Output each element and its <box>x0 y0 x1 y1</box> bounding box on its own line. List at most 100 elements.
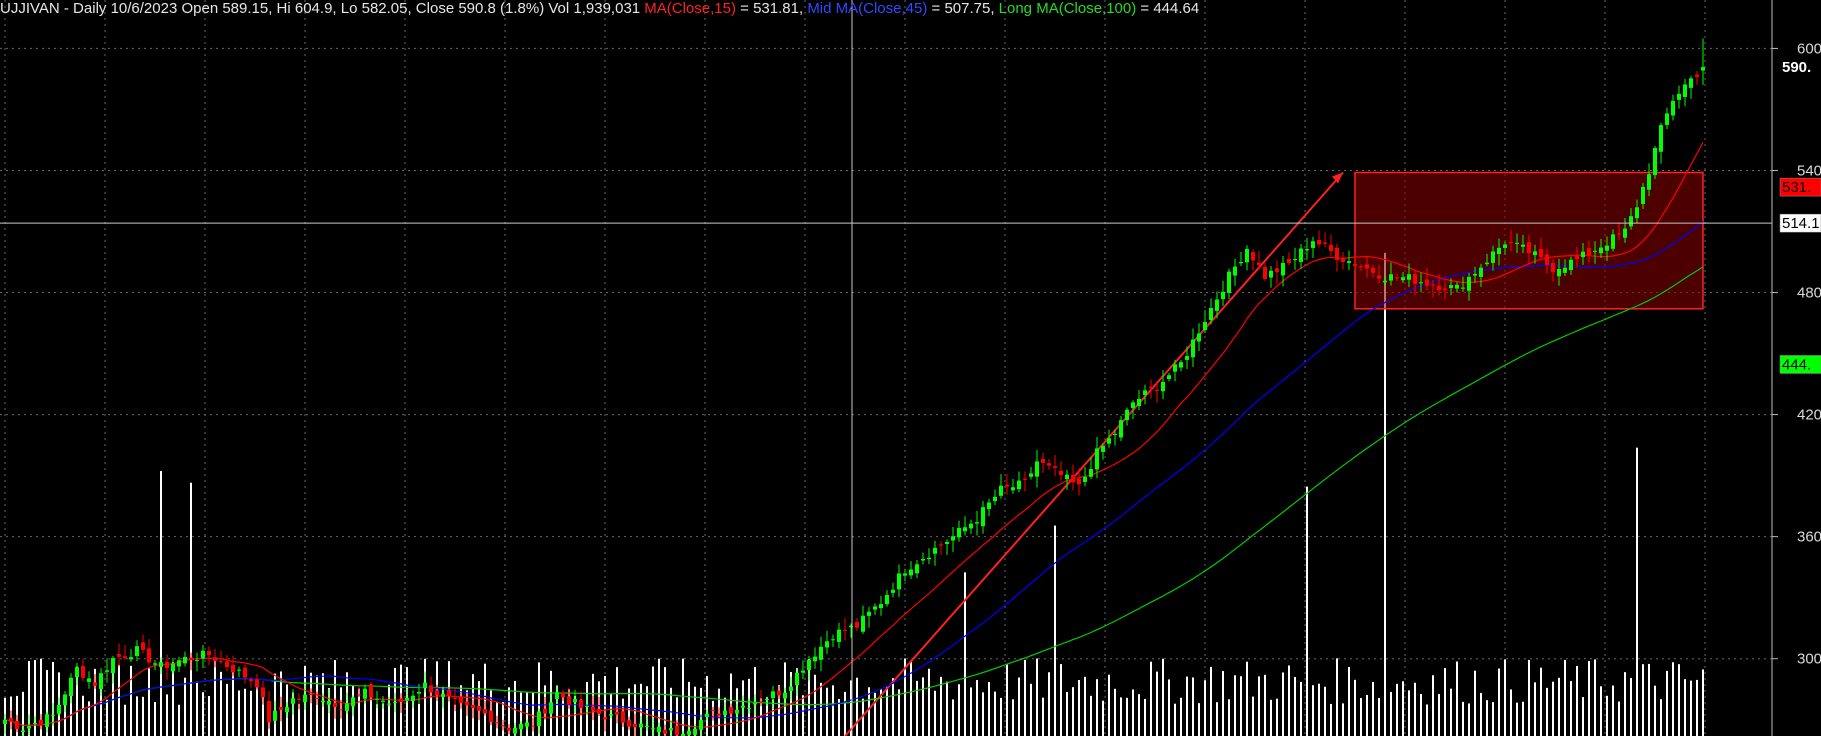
candle-body <box>795 672 799 686</box>
candle-body <box>171 663 175 672</box>
candle-body <box>9 717 13 722</box>
candle-body <box>87 678 91 682</box>
candle-body <box>363 688 367 699</box>
volume-bar <box>1558 677 1560 736</box>
candle-body <box>339 709 343 711</box>
volume-bar <box>1588 661 1590 736</box>
candle-body <box>1611 234 1615 249</box>
volume-bar <box>1006 663 1008 736</box>
candle-body <box>543 708 547 714</box>
candle-body <box>1239 261 1243 264</box>
candle-body <box>1317 239 1321 245</box>
candle-body <box>255 679 259 688</box>
volume-bar <box>940 676 942 736</box>
candle-body <box>495 722 499 724</box>
volume-bar <box>1396 683 1398 736</box>
candle-body <box>915 564 919 574</box>
candle-body <box>249 679 253 682</box>
candle-body <box>957 527 961 538</box>
candle-body <box>1251 252 1255 261</box>
candle-body <box>1191 339 1195 358</box>
candle-body <box>1563 267 1567 273</box>
candle-body <box>1689 78 1693 88</box>
candle-body <box>387 703 391 705</box>
candle-body <box>891 589 895 593</box>
candle-body <box>567 696 571 705</box>
candle-body <box>45 714 49 727</box>
volume-bar <box>502 702 504 736</box>
candle-body <box>177 660 181 667</box>
candle-body <box>69 677 73 697</box>
volume-bar <box>226 683 228 736</box>
candle-body <box>147 648 151 663</box>
candle-body <box>969 523 973 529</box>
candle-body <box>843 629 847 631</box>
candle-body <box>1659 125 1663 152</box>
volume-bar <box>1270 699 1272 736</box>
volume-bar <box>1156 671 1158 736</box>
volume-bar <box>1630 677 1632 736</box>
candle-body <box>1275 268 1279 273</box>
candle-body <box>1167 375 1171 379</box>
candle-body <box>1695 74 1699 77</box>
candle-body <box>579 700 583 708</box>
candle-body <box>153 663 157 665</box>
volume-bar <box>316 675 318 736</box>
candle-body <box>1341 257 1345 262</box>
volume-bar <box>1690 680 1692 736</box>
volume-bar <box>1696 679 1698 736</box>
volume-bar <box>1426 704 1428 736</box>
candle-body <box>693 728 697 735</box>
candle-body <box>639 723 643 728</box>
candle-body <box>1593 250 1597 252</box>
volume-bar <box>1432 675 1434 736</box>
candle-body <box>735 709 739 714</box>
candle-body <box>105 670 109 672</box>
volume-bar <box>1570 681 1572 736</box>
candle-body <box>273 710 277 721</box>
candle-body <box>1221 291 1225 300</box>
candle-body <box>453 697 457 700</box>
candle-body <box>807 659 811 670</box>
volume-bar <box>1198 703 1200 736</box>
candle-body <box>1065 474 1069 480</box>
candle-body <box>1605 245 1609 251</box>
candle-body <box>1011 487 1015 491</box>
volume-bar <box>142 696 144 736</box>
candle-body <box>783 692 787 699</box>
volume-bar <box>232 670 234 736</box>
candle-body <box>183 656 187 664</box>
candle-body <box>357 694 361 696</box>
candle-body <box>1059 470 1063 476</box>
volume-bar <box>1090 695 1092 736</box>
volume-bar <box>1576 665 1578 736</box>
volume-bar <box>958 684 960 736</box>
candle-body <box>405 697 409 701</box>
candle-body <box>657 726 661 733</box>
candle-body <box>369 684 373 698</box>
volume-bar <box>1594 659 1596 736</box>
candle-body <box>939 544 943 546</box>
candle-body <box>1677 93 1681 100</box>
volume-bar <box>1678 664 1680 736</box>
chart-header: UJJIVAN - Daily 10/6/2023 Open 589.15, H… <box>0 0 1199 18</box>
volume-bar <box>1408 690 1410 736</box>
candle-body <box>729 707 733 714</box>
volume-bar <box>1492 702 1494 736</box>
volume-bar <box>1444 668 1446 736</box>
volume-bar <box>160 471 162 736</box>
volume-bar <box>1474 670 1476 736</box>
candle-body <box>813 656 817 662</box>
candle-body <box>699 720 703 730</box>
candle-body <box>483 709 487 714</box>
candle-body <box>1389 274 1393 281</box>
candle-body <box>1149 387 1153 389</box>
candle-body <box>987 502 991 510</box>
volume-bar <box>1228 699 1230 736</box>
candle-body <box>819 646 823 660</box>
volume-bar <box>1024 659 1026 736</box>
candle-body <box>717 713 721 716</box>
volume-bar <box>1258 676 1260 736</box>
candle-body <box>711 709 715 711</box>
candle-body <box>1245 248 1249 263</box>
